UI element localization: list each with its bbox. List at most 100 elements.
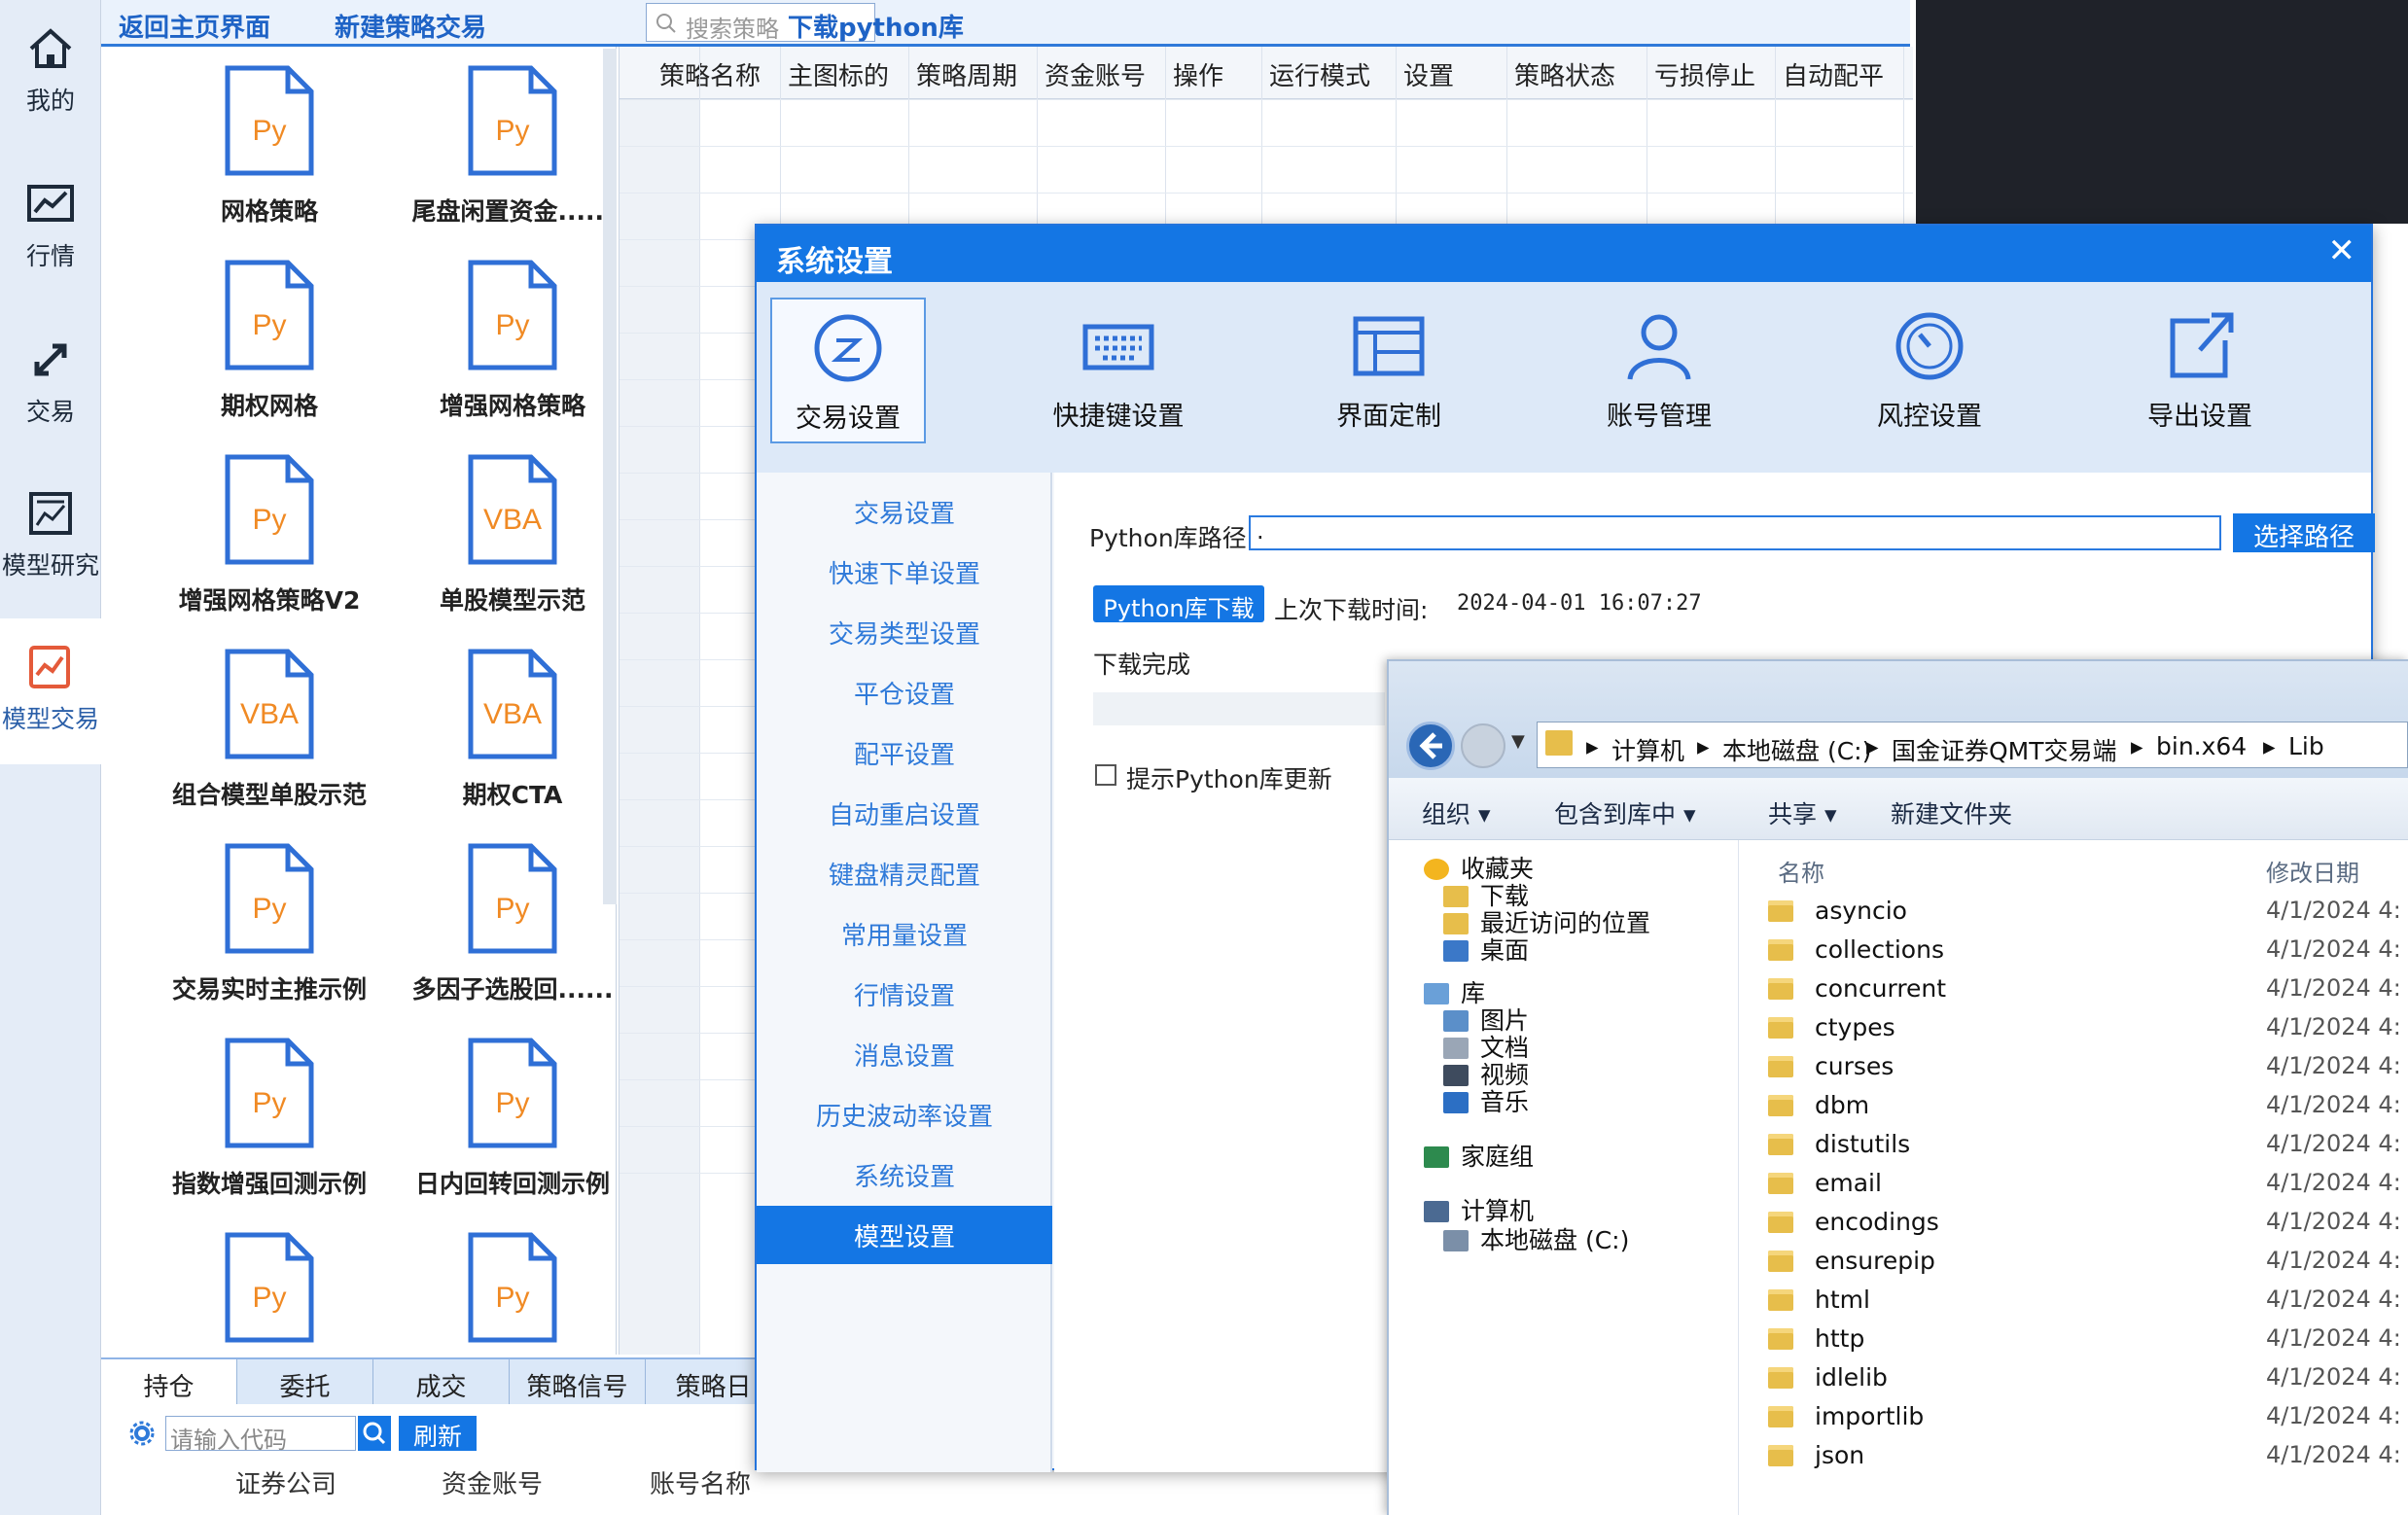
include-library-menu[interactable]: 包含到库中 ▾ (1554, 795, 1696, 830)
settings-menu-item[interactable]: 配平设置 (757, 723, 1052, 782)
file-row[interactable]: json 4/1/2024 4: (1768, 1439, 2408, 1478)
strategy-card[interactable]: Py 指数增强回测示例 (148, 1035, 391, 1229)
chevron-right-icon[interactable]: ▸ (1586, 732, 1599, 760)
sidebar-item-trade[interactable]: 交易 (0, 311, 101, 457)
strategy-card[interactable]: Py 网格策略 (148, 62, 391, 257)
strategy-card[interactable]: Py 尾盘闲置资金...... (391, 62, 634, 257)
tab-risk-control[interactable]: 风控设置 (1852, 298, 2007, 443)
strategy-card[interactable]: VBA 组合模型单股示范 (148, 646, 391, 840)
strategy-card[interactable]: VBA 单股模型示范 (391, 451, 634, 646)
settings-menu-item[interactable]: 自动重启设置 (757, 784, 1052, 842)
file-row[interactable]: dbm 4/1/2024 4: (1768, 1089, 2408, 1128)
grid-column-header[interactable]: 操作 (1173, 56, 1223, 92)
file-row[interactable]: http 4/1/2024 4: (1768, 1322, 2408, 1361)
file-row[interactable]: curses 4/1/2024 4: (1768, 1050, 2408, 1089)
chevron-right-icon[interactable]: ▸ (1866, 732, 1879, 760)
back-button[interactable] (1406, 722, 1455, 770)
settings-menu-item[interactable]: 行情设置 (757, 965, 1052, 1023)
file-row[interactable]: concurrent 4/1/2024 4: (1768, 972, 2408, 1011)
strategy-card[interactable]: Py 日内回转回测示例 (391, 1035, 634, 1229)
file-row[interactable]: asyncio 4/1/2024 4: (1768, 895, 2408, 934)
grid-column-header[interactable]: 策略周期 (916, 56, 1017, 92)
strategy-card[interactable]: Py 增强网格策略V2 (148, 451, 391, 646)
tab-ui-customize[interactable]: 界面定制 (1311, 298, 1467, 443)
settings-menu-item[interactable]: 平仓设置 (757, 663, 1052, 722)
breadcrumb-segment[interactable]: 国金证券QMT交易端 (1892, 732, 2117, 767)
code-input[interactable]: 请输入代码 (165, 1416, 356, 1454)
close-icon[interactable]: ✕ (2328, 231, 2356, 270)
forward-button[interactable] (1461, 723, 1505, 768)
tree-item[interactable]: 音乐 (1443, 1083, 1529, 1118)
share-menu[interactable]: 共享 ▾ (1768, 795, 1837, 830)
settings-menu-item[interactable]: 键盘精灵配置 (757, 844, 1052, 902)
refresh-button[interactable]: 刷新 (399, 1416, 477, 1451)
tab-orders[interactable]: 委托 (237, 1359, 373, 1404)
choose-path-button[interactable]: 选择路径 (2233, 513, 2375, 552)
tab-positions[interactable]: 持仓 (101, 1359, 237, 1404)
file-row[interactable]: ensurepip 4/1/2024 4: (1768, 1245, 2408, 1284)
gear-icon[interactable] (128, 1420, 156, 1447)
strategy-card[interactable]: Py 增强网格策略 (391, 257, 634, 451)
python-download-button[interactable]: Python库下载 (1093, 585, 1264, 622)
file-row[interactable]: html 4/1/2024 4: (1768, 1284, 2408, 1322)
download-python-link[interactable]: 下载python库 (788, 8, 964, 44)
grid-column-header[interactable]: 运行模式 (1269, 56, 1370, 92)
sidebar-item-market[interactable]: 行情 (0, 156, 101, 301)
chevron-right-icon[interactable]: ▸ (2131, 732, 2143, 760)
breadcrumb-segment[interactable]: Lib (2288, 732, 2324, 760)
tab-signals[interactable]: 策略信号 (510, 1359, 646, 1404)
grid-column-header[interactable]: 设置 (1403, 56, 1454, 92)
sidebar-item-model-research[interactable]: 模型研究 (0, 465, 101, 611)
tab-account-management[interactable]: 账号管理 (1581, 298, 1737, 443)
grid-column-header[interactable]: 亏损停止 (1654, 56, 1755, 92)
settings-menu-item[interactable]: 常用量设置 (757, 904, 1052, 963)
tree-item[interactable]: 家庭组 (1424, 1138, 1534, 1173)
tab-trade-settings[interactable]: 交易设置 (770, 298, 926, 443)
grid-column-header[interactable]: 资金账号 (1045, 56, 1146, 92)
file-row[interactable]: distutils 4/1/2024 4: (1768, 1128, 2408, 1167)
file-row[interactable]: collections 4/1/2024 4: (1768, 934, 2408, 972)
new-folder-button[interactable]: 新建文件夹 (1891, 795, 2012, 830)
breadcrumb[interactable]: ▸ 计算机 ▸ 本地磁盘 (C:) ▸ 国金证券QMT交易端 ▸ bin.x64 ▸ Lib (1537, 722, 2408, 768)
strategy-card[interactable]: Py 期权网格 (148, 257, 391, 451)
name-column-header[interactable]: 名称 (1778, 854, 1824, 888)
file-row[interactable]: email 4/1/2024 4: (1768, 1167, 2408, 1206)
chevron-right-icon[interactable]: ▸ (1697, 732, 1710, 760)
breadcrumb-segment[interactable]: 计算机 (1611, 732, 1684, 767)
file-row[interactable]: ctypes 4/1/2024 4: (1768, 1011, 2408, 1050)
strategy-card[interactable]: Py 多因子选股回...... (391, 840, 634, 1035)
grid-column-header[interactable]: 策略名称 (659, 56, 761, 92)
sidebar-item-mine[interactable]: 我的 (0, 0, 101, 146)
settings-menu-item[interactable]: 快速下单设置 (757, 543, 1052, 601)
tab-export-settings[interactable]: 导出设置 (2122, 298, 2278, 443)
settings-menu-item[interactable]: 交易设置 (757, 482, 1052, 541)
file-row[interactable]: importlib 4/1/2024 4: (1768, 1400, 2408, 1439)
file-row[interactable]: encodings 4/1/2024 4: (1768, 1206, 2408, 1245)
strategy-scrollbar[interactable] (603, 49, 617, 904)
settings-menu-item[interactable]: 模型设置 (757, 1206, 1052, 1264)
tab-shortcut-settings[interactable]: 快捷键设置 (1041, 298, 1196, 443)
settings-menu-item[interactable]: 历史波动率设置 (757, 1085, 1052, 1144)
strategy-card[interactable]: VBA 期权CTA (391, 646, 634, 840)
settings-menu-item[interactable]: 系统设置 (757, 1145, 1052, 1204)
breadcrumb-segment[interactable]: 本地磁盘 (C:) (1722, 732, 1871, 767)
tab-fills[interactable]: 成交 (373, 1359, 510, 1404)
settings-menu-item[interactable]: 消息设置 (757, 1025, 1052, 1083)
sidebar-item-model-trading[interactable]: 模型交易 (0, 618, 101, 764)
python-path-input[interactable]: . (1249, 515, 2221, 550)
chevron-down-icon[interactable]: ▼ (1511, 731, 1525, 752)
strategy-card[interactable]: Py 交易实时主推示例 (148, 840, 391, 1035)
code-search-button[interactable] (358, 1416, 391, 1451)
grid-column-header[interactable]: 主图标的 (788, 56, 889, 92)
tree-item[interactable]: 本地磁盘 (C:) (1443, 1221, 1629, 1256)
breadcrumb-segment[interactable]: bin.x64 (2156, 732, 2247, 760)
modified-column-header[interactable]: 修改日期 (2266, 854, 2359, 888)
home-link[interactable]: 返回主页界面 (119, 8, 270, 44)
new-strategy-link[interactable]: 新建策略交易 (335, 8, 486, 44)
file-row[interactable]: idlelib 4/1/2024 4: (1768, 1361, 2408, 1400)
chevron-right-icon[interactable]: ▸ (2263, 732, 2276, 760)
tree-item[interactable]: 桌面 (1443, 932, 1529, 967)
prompt-update-checkbox[interactable] (1095, 764, 1116, 786)
organize-menu[interactable]: 组织 ▾ (1422, 795, 1491, 830)
grid-column-header[interactable]: 自动配平 (1783, 56, 1884, 92)
